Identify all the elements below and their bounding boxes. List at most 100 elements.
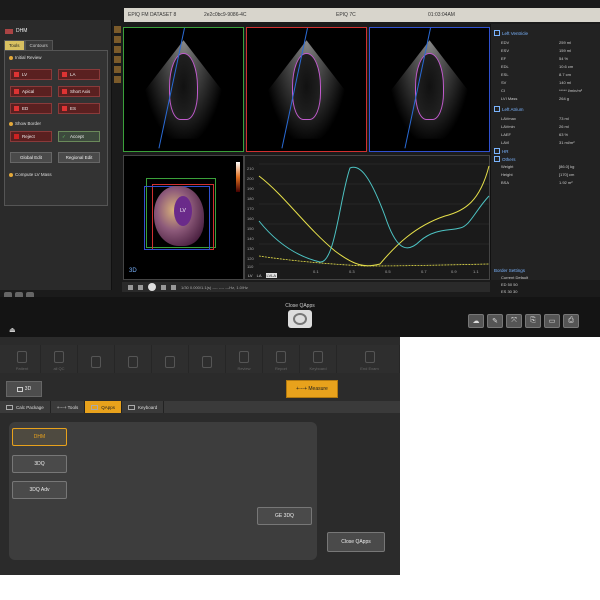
regional-edit-button[interactable]: Regional Edit bbox=[58, 152, 100, 163]
print-icon[interactable]: ⎙ bbox=[563, 314, 579, 328]
apical-button[interactable]: Apical bbox=[10, 86, 52, 97]
prev-frame-icon[interactable] bbox=[138, 284, 143, 290]
short-axis-icon bbox=[62, 89, 67, 94]
transfer-icon[interactable]: ⤧ bbox=[506, 314, 522, 328]
ultrasound-view-4ch[interactable] bbox=[123, 27, 244, 152]
meas-value: ***** l/min/m² bbox=[559, 88, 583, 93]
la-button[interactable]: LA bbox=[58, 69, 100, 80]
short-axis-button[interactable]: Short Axis bbox=[58, 86, 100, 97]
meas-label: LVI Mass bbox=[501, 96, 518, 101]
legend-lvla[interactable]: LVLA bbox=[265, 273, 278, 278]
3d-button[interactable]: 3D bbox=[6, 381, 42, 397]
lv-contour bbox=[415, 52, 444, 121]
reference-curve bbox=[258, 255, 490, 267]
tab-tools[interactable]: +---+ Tools bbox=[51, 401, 86, 413]
toolbar-slot[interactable] bbox=[115, 345, 152, 373]
measure-button[interactable]: +---+ Measure bbox=[286, 380, 338, 398]
lv-button[interactable]: LV bbox=[10, 69, 52, 80]
ge-3dq-button[interactable]: GE 3DQ bbox=[257, 507, 312, 525]
ultrasound-view-3ch[interactable] bbox=[369, 27, 490, 152]
legend-lv[interactable]: LV bbox=[248, 273, 253, 278]
all-qc-button[interactable]: all QC bbox=[41, 345, 78, 373]
ed-icon bbox=[14, 106, 19, 111]
last-frame-icon[interactable] bbox=[171, 284, 176, 290]
global-edit-button[interactable]: Global Edit bbox=[10, 152, 52, 163]
accept-button[interactable]: ✓ Accept bbox=[58, 131, 100, 142]
y-tick: 120 bbox=[247, 256, 254, 261]
meas-value: 54 % bbox=[559, 56, 569, 61]
ed-button[interactable]: ED bbox=[10, 103, 52, 114]
dhm-button[interactable]: DHM bbox=[12, 428, 67, 446]
toolbar-slot[interactable] bbox=[189, 345, 226, 373]
first-frame-icon[interactable] bbox=[128, 284, 133, 290]
tab-qapps[interactable]: QApps bbox=[85, 401, 122, 413]
meas-label: EDL bbox=[501, 64, 509, 69]
accept-label: Accept bbox=[70, 134, 84, 139]
layout-icon[interactable] bbox=[113, 26, 121, 33]
network-icon[interactable]: ☁ bbox=[468, 314, 484, 328]
meas-row-edv: EDV 259 ml bbox=[501, 40, 596, 45]
lv-section-title[interactable]: Left Ventricle bbox=[494, 30, 528, 36]
volume-curve-graph[interactable]: 210 200 190 180 170 160 150 140 130 120 … bbox=[244, 155, 490, 280]
layout-icon[interactable] bbox=[113, 56, 121, 63]
play-icon[interactable] bbox=[148, 283, 156, 291]
toolbar-slot[interactable] bbox=[152, 345, 189, 373]
y-tick: 170 bbox=[247, 206, 254, 211]
x-tick: 1.1 bbox=[473, 269, 479, 274]
end-exam-label: End Exam bbox=[360, 366, 379, 371]
lv-volume: LV bbox=[174, 196, 192, 226]
close-qapps-icon[interactable] bbox=[288, 310, 312, 328]
dataset-name: EPIQ FM DATASET 8 bbox=[128, 12, 177, 18]
measurement-panel: Left Ventricle EDV 259 ml ESV 159 ml EF 54 … bbox=[490, 24, 600, 294]
meas-label: LAVI bbox=[501, 140, 510, 145]
meas-value: [170] cm bbox=[559, 172, 575, 177]
3dq-adv-button[interactable]: 3DQ Adv bbox=[12, 481, 67, 499]
end-exam-button[interactable]: End Exam bbox=[340, 345, 400, 373]
compute-lv-mass-icon bbox=[9, 172, 13, 177]
tools-icon[interactable]: ✎ bbox=[487, 314, 503, 328]
layout-icon[interactable] bbox=[113, 76, 121, 83]
reject-button[interactable]: Reject bbox=[10, 131, 52, 142]
y-tick: 150 bbox=[247, 226, 254, 231]
patient-button[interactable]: Patient bbox=[4, 345, 41, 373]
meas-label: Weight bbox=[501, 164, 514, 169]
la-section-title[interactable]: Left Atrium bbox=[494, 106, 524, 112]
hr-section-title[interactable]: HR bbox=[494, 148, 509, 154]
toolbar-slot[interactable] bbox=[78, 345, 115, 373]
lv-contour bbox=[292, 52, 321, 121]
legend-la[interactable]: LA bbox=[257, 273, 262, 278]
report-button[interactable]: Report bbox=[263, 345, 300, 373]
es-button[interactable]: ES bbox=[58, 103, 100, 114]
review-button[interactable]: Review bbox=[226, 345, 263, 373]
compute-lv-mass-label: Compute LV Mass bbox=[15, 172, 52, 177]
ultrasound-view-2ch[interactable] bbox=[246, 27, 367, 152]
compute-lv-mass-toggle[interactable]: Compute LV Mass bbox=[9, 172, 52, 177]
view-3d[interactable]: LV 3D bbox=[123, 155, 244, 280]
qapps-icon bbox=[91, 404, 99, 410]
others-section-title[interactable]: Others bbox=[494, 156, 516, 162]
next-frame-icon[interactable] bbox=[161, 284, 166, 290]
meas-row-esl: ESL 8.7 cm bbox=[501, 72, 596, 77]
meas-row-height[interactable]: Height [170] cm bbox=[501, 172, 596, 177]
display-icon[interactable]: ▭ bbox=[544, 314, 560, 328]
patient-label: Patient bbox=[15, 366, 29, 371]
show-border-toggle[interactable]: Show Border bbox=[9, 121, 41, 126]
border-settings-es[interactable]: ES 30 30 bbox=[501, 289, 517, 294]
keyboard-button[interactable]: Keyboard bbox=[300, 345, 337, 373]
tab-keyboard[interactable]: Keyboard bbox=[122, 401, 165, 413]
copy-icon[interactable]: ⎘ bbox=[525, 314, 541, 328]
meas-value: 264 g bbox=[559, 96, 570, 101]
border-settings-ed[interactable]: ED 50 50 bbox=[501, 282, 518, 287]
tab-calc-package[interactable]: Calc Package bbox=[0, 401, 51, 413]
volume-curve-svg bbox=[258, 163, 490, 267]
close-qapps-button[interactable]: Close QApps bbox=[327, 532, 385, 552]
3dq-button[interactable]: 3DQ bbox=[12, 455, 67, 473]
view-3d-label: 3D bbox=[129, 268, 137, 274]
layout-icon[interactable] bbox=[113, 36, 121, 43]
slot-icon bbox=[165, 356, 175, 368]
layout-icon[interactable] bbox=[113, 46, 121, 53]
layout-icon[interactable] bbox=[113, 66, 121, 73]
all-qc-label: all QC bbox=[53, 366, 65, 371]
eject-icon[interactable]: ⏏ bbox=[9, 326, 16, 334]
meas-row-weight[interactable]: Weight [86.0] kg bbox=[501, 164, 596, 169]
